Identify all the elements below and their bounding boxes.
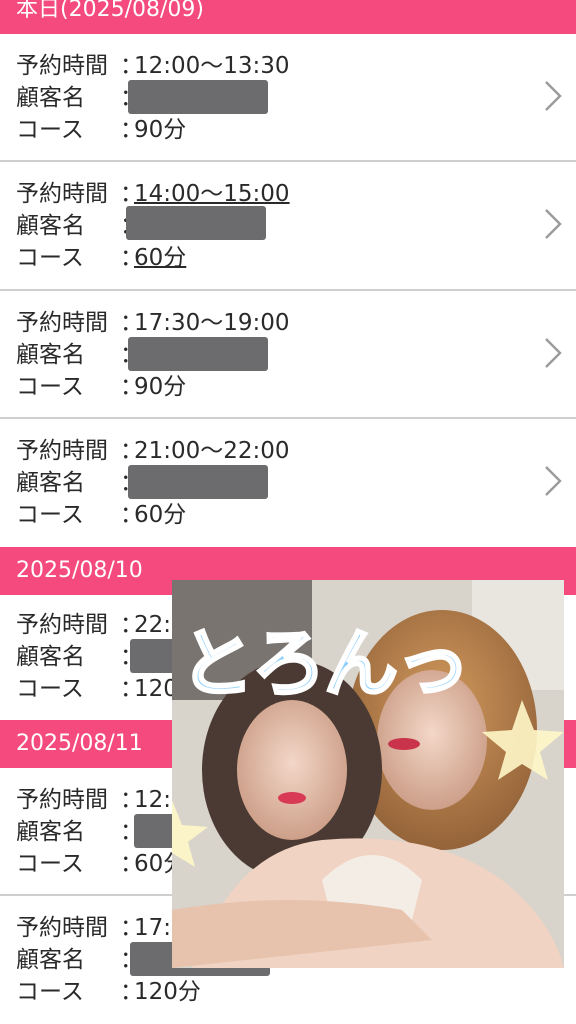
overlay-photo: とろんっ xyxy=(172,580,564,968)
customer-label: 顧客名 xyxy=(16,85,85,111)
customer-name-redaction xyxy=(128,465,268,499)
course-value: 60分 xyxy=(134,245,187,271)
customer-label: 顧客名 xyxy=(16,213,85,239)
course-label: コース xyxy=(16,502,84,528)
time-value: 12:00〜13:30 xyxy=(134,53,290,79)
time-row: 予約時間 ：12:0 xyxy=(16,784,186,816)
section-date-label: 2025/08/10 xyxy=(16,558,143,583)
reservation-item[interactable]: 予約時間：14:00〜15:00 顧客名： コース：60分 xyxy=(0,162,576,291)
overlay-logo: とろんっ xyxy=(179,604,560,724)
customer-row: 顧客名： xyxy=(16,944,143,976)
course-row: コース ：120分 xyxy=(16,976,201,1008)
course-row: コース ：60分 xyxy=(16,848,186,880)
time-label: 予約時間 xyxy=(16,53,108,79)
chevron-right-icon xyxy=(545,466,562,496)
customer-row: 顧客名： xyxy=(16,641,143,673)
time-value: 21:00〜22:00 xyxy=(134,438,290,464)
customer-label: 顧客名 xyxy=(16,470,85,496)
customer-name-redaction xyxy=(128,80,268,114)
time-row: 予約時間 ：17:0 xyxy=(16,912,186,944)
section-header-today: 本日(2025/08/09) xyxy=(0,0,576,34)
time-value: 14:00〜15:00 xyxy=(134,181,290,207)
course-label: コース xyxy=(16,676,84,702)
section-date-label: 2025/08/11 xyxy=(16,731,143,756)
course-row: コース ：60分 xyxy=(16,499,186,531)
customer-row: 顧客名： xyxy=(16,816,143,848)
time-label: 予約時間 xyxy=(16,787,108,813)
course-row: コース ：90分 xyxy=(16,371,186,403)
customer-row: 顧客名： xyxy=(16,467,143,499)
course-label: コース xyxy=(16,245,84,271)
reservation-item[interactable]: 予約時間：21:00〜22:00 顧客名： コース：60分 xyxy=(0,419,576,547)
time-value: 17:30〜19:00 xyxy=(134,310,290,336)
customer-label: 顧客名 xyxy=(16,947,85,973)
time-row: 予約時間 ：12:00〜13:30 xyxy=(16,50,290,82)
reservation-item[interactable]: 予約時間：12:00〜13:30 顧客名： コース：90分 xyxy=(0,34,576,162)
course-label: コース xyxy=(16,374,84,400)
chevron-right-icon xyxy=(545,209,562,239)
customer-name-redaction xyxy=(128,337,268,371)
course-row: コース ：120 xyxy=(16,673,178,705)
chevron-right-icon xyxy=(545,338,562,368)
time-label: 予約時間 xyxy=(16,310,108,336)
customer-label: 顧客名 xyxy=(16,342,85,368)
course-value: 90分 xyxy=(134,117,187,143)
reservation-item[interactable]: 予約時間：17:30〜19:00 顧客名： コース：90分 xyxy=(0,291,576,419)
course-label: コース xyxy=(16,851,84,877)
time-row: 予約時間 ：22:0 xyxy=(16,609,186,641)
course-value: 90分 xyxy=(134,374,187,400)
time-label: 予約時間 xyxy=(16,915,108,941)
time-label: 予約時間 xyxy=(16,181,108,207)
chevron-right-icon xyxy=(545,81,562,111)
customer-row: 顧客名： xyxy=(16,210,143,242)
customer-label: 顧客名 xyxy=(16,819,85,845)
customer-label: 顧客名 xyxy=(16,644,85,670)
course-label: コース xyxy=(16,979,84,1005)
customer-row: 顧客名： xyxy=(16,339,143,371)
section-date-label: 本日(2025/08/09) xyxy=(16,0,204,22)
course-value: 60分 xyxy=(134,502,187,528)
course-label: コース xyxy=(16,117,84,143)
overlay-logo-text: とろんっ xyxy=(179,620,472,709)
customer-row: 顧客名： xyxy=(16,82,143,114)
time-row: 予約時間 ：21:00〜22:00 xyxy=(16,435,290,467)
time-label: 予約時間 xyxy=(16,612,108,638)
course-row: コース ：60分 xyxy=(16,242,186,274)
course-row: コース ：90分 xyxy=(16,114,186,146)
time-label: 予約時間 xyxy=(16,438,108,464)
time-row: 予約時間 ：17:30〜19:00 xyxy=(16,307,290,339)
customer-name-redaction xyxy=(126,206,266,240)
course-value: 120分 xyxy=(134,979,201,1005)
